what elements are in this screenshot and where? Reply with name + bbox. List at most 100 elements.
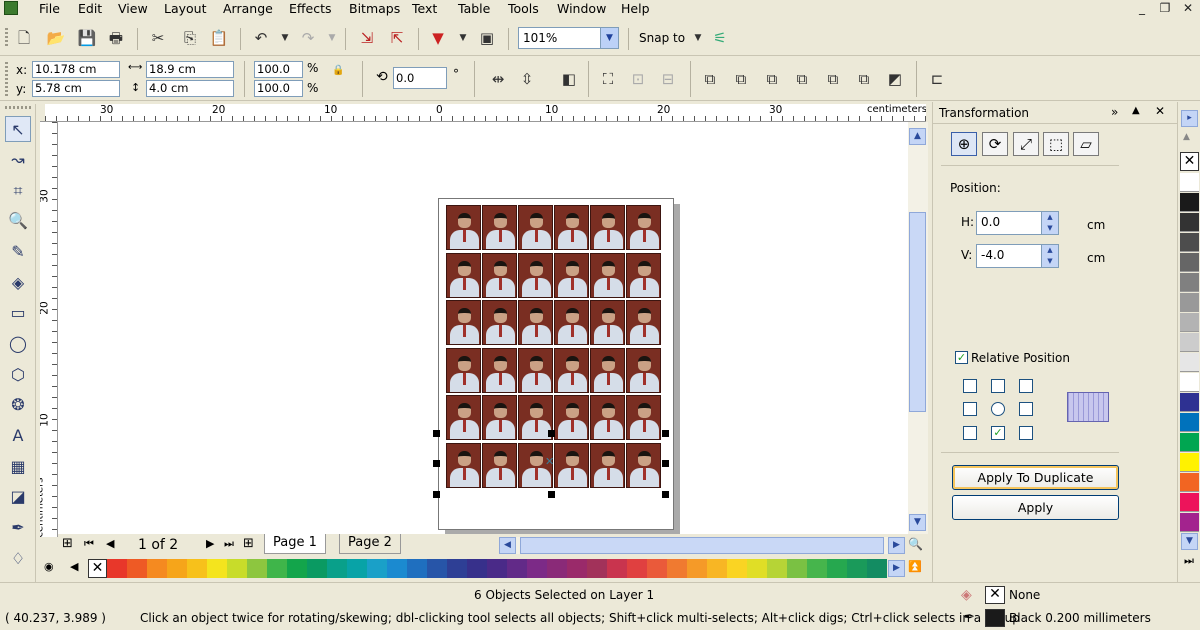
- selection-center-icon[interactable]: ✕: [545, 455, 554, 468]
- tab-page-2[interactable]: Page 2: [339, 534, 401, 554]
- selection-handle[interactable]: [548, 430, 555, 437]
- menu-text[interactable]: Text: [412, 1, 437, 16]
- passport-photo[interactable]: [482, 395, 517, 440]
- color-swatch[interactable]: [427, 559, 447, 578]
- h-position-input[interactable]: 0.0 ▲ ▼: [976, 211, 1059, 235]
- close-button[interactable]: ✕: [1180, 0, 1196, 16]
- text-tool-icon[interactable]: A: [5, 423, 31, 449]
- docker-collapse-icon[interactable]: »: [1111, 105, 1118, 119]
- selection-handle[interactable]: [433, 430, 440, 437]
- passport-photo[interactable]: [626, 442, 661, 488]
- passport-photo[interactable]: [590, 395, 625, 440]
- cut-icon[interactable]: ✂: [148, 28, 168, 48]
- anchor-middle-right[interactable]: [1019, 402, 1033, 416]
- passport-photo[interactable]: [482, 347, 517, 393]
- color-swatch[interactable]: [1180, 253, 1199, 272]
- passport-photo[interactable]: [518, 205, 553, 250]
- color-swatch[interactable]: [1180, 433, 1199, 452]
- width-field[interactable]: 18.9 cm: [146, 61, 234, 78]
- scroll-down-icon[interactable]: ▼: [909, 514, 926, 531]
- selection-handle[interactable]: [433, 491, 440, 498]
- color-swatch[interactable]: [1180, 513, 1199, 532]
- passport-photo[interactable]: [590, 300, 625, 345]
- color-swatch[interactable]: [187, 559, 207, 578]
- passport-photo[interactable]: [590, 442, 625, 488]
- menu-bitmaps[interactable]: Bitmaps: [349, 1, 400, 16]
- import-icon[interactable]: ⇲: [357, 28, 377, 48]
- color-swatch[interactable]: [1180, 453, 1199, 472]
- interactive-blend-tool-icon[interactable]: ◪: [5, 484, 31, 510]
- snap-to-dropdown-icon[interactable]: ▼: [688, 28, 708, 48]
- v-position-input[interactable]: -4.0 ▲ ▼: [976, 244, 1059, 268]
- app-icon[interactable]: [4, 1, 18, 15]
- anchor-bottom-left[interactable]: [963, 426, 977, 440]
- color-swatch[interactable]: [1180, 353, 1199, 372]
- launcher-dropdown-icon[interactable]: ▼: [453, 28, 473, 48]
- freehand-tool-icon[interactable]: ✎: [5, 239, 31, 265]
- color-swatch[interactable]: [1180, 473, 1199, 492]
- color-swatch[interactable]: [527, 559, 547, 578]
- menu-help[interactable]: Help: [621, 1, 650, 16]
- apply-to-duplicate-button[interactable]: Apply To Duplicate: [952, 465, 1119, 490]
- skew-mode-icon[interactable]: ▱: [1073, 132, 1099, 156]
- passport-photo[interactable]: [518, 252, 553, 298]
- palette-scroll-right-icon[interactable]: ▶: [888, 560, 905, 577]
- x-position-field[interactable]: 10.178 cm: [32, 61, 120, 78]
- no-color-swatch[interactable]: ✕: [1180, 152, 1199, 171]
- color-swatch[interactable]: [127, 559, 147, 578]
- ellipse-tool-icon[interactable]: ◯: [5, 331, 31, 357]
- passport-photo[interactable]: [626, 252, 661, 298]
- eyedropper-tool-icon[interactable]: ✒: [5, 515, 31, 541]
- selection-handle[interactable]: [662, 491, 669, 498]
- palette-scroll-left-icon[interactable]: ◀: [70, 560, 78, 573]
- color-swatch[interactable]: [307, 559, 327, 578]
- color-swatch[interactable]: [1180, 393, 1199, 412]
- chevron-down-icon[interactable]: ▼: [600, 28, 618, 48]
- scale-width-field[interactable]: 100.0: [254, 61, 303, 78]
- size-mode-icon[interactable]: ⬚: [1043, 132, 1069, 156]
- zoom-tool-icon[interactable]: 🔍: [5, 208, 31, 234]
- color-swatch[interactable]: [207, 559, 227, 578]
- selection-handle[interactable]: [662, 430, 669, 437]
- photo-grid[interactable]: [446, 205, 662, 491]
- color-swatch[interactable]: [1180, 213, 1199, 232]
- color-swatch[interactable]: [447, 559, 467, 578]
- basic-shapes-tool-icon[interactable]: ❂: [5, 392, 31, 418]
- passport-photo[interactable]: [590, 252, 625, 298]
- color-swatch[interactable]: [607, 559, 627, 578]
- color-swatch[interactable]: [687, 559, 707, 578]
- color-swatch[interactable]: [727, 559, 747, 578]
- crop-tool-icon[interactable]: ⌗: [5, 178, 31, 204]
- copy-icon[interactable]: ⎘: [180, 28, 200, 48]
- palette-menu-icon[interactable]: ▸: [1181, 110, 1198, 127]
- passport-photo[interactable]: [554, 205, 589, 250]
- color-swatch[interactable]: [1180, 193, 1199, 212]
- horizontal-ruler[interactable]: 30 20 10 0 10 20 30 centimeters: [45, 104, 926, 122]
- open-folder-icon[interactable]: 📂: [46, 28, 66, 48]
- selection-handle[interactable]: [662, 460, 669, 467]
- color-swatch[interactable]: [567, 559, 587, 578]
- passport-photo[interactable]: [518, 300, 553, 345]
- color-swatch[interactable]: [1180, 373, 1199, 392]
- no-color-swatch[interactable]: ✕: [88, 559, 107, 578]
- color-swatch[interactable]: [107, 559, 127, 578]
- color-swatch[interactable]: [1180, 493, 1199, 512]
- scale-mirror-mode-icon[interactable]: ⤢: [1013, 132, 1039, 156]
- palette-expand-icon[interactable]: ⏭: [1184, 554, 1194, 568]
- group-icon[interactable]: ⛶: [598, 69, 618, 89]
- passport-photo[interactable]: [446, 395, 481, 440]
- menu-effects[interactable]: Effects: [289, 1, 332, 16]
- new-document-icon[interactable]: 🗋: [14, 28, 34, 48]
- passport-photo[interactable]: [590, 347, 625, 393]
- anchor-top-left[interactable]: [963, 379, 977, 393]
- paste-icon[interactable]: 📋: [209, 28, 229, 48]
- menu-edit[interactable]: Edit: [78, 1, 102, 16]
- menu-file[interactable]: File: [39, 1, 60, 16]
- docker-minimize-icon[interactable]: ▲: [1132, 105, 1140, 116]
- selection-handle[interactable]: [433, 460, 440, 467]
- minimize-button[interactable]: _: [1134, 0, 1150, 16]
- passport-photo[interactable]: [626, 395, 661, 440]
- color-swatch[interactable]: [487, 559, 507, 578]
- horizontal-scrollbar[interactable]: [516, 537, 888, 554]
- color-swatch[interactable]: [247, 559, 267, 578]
